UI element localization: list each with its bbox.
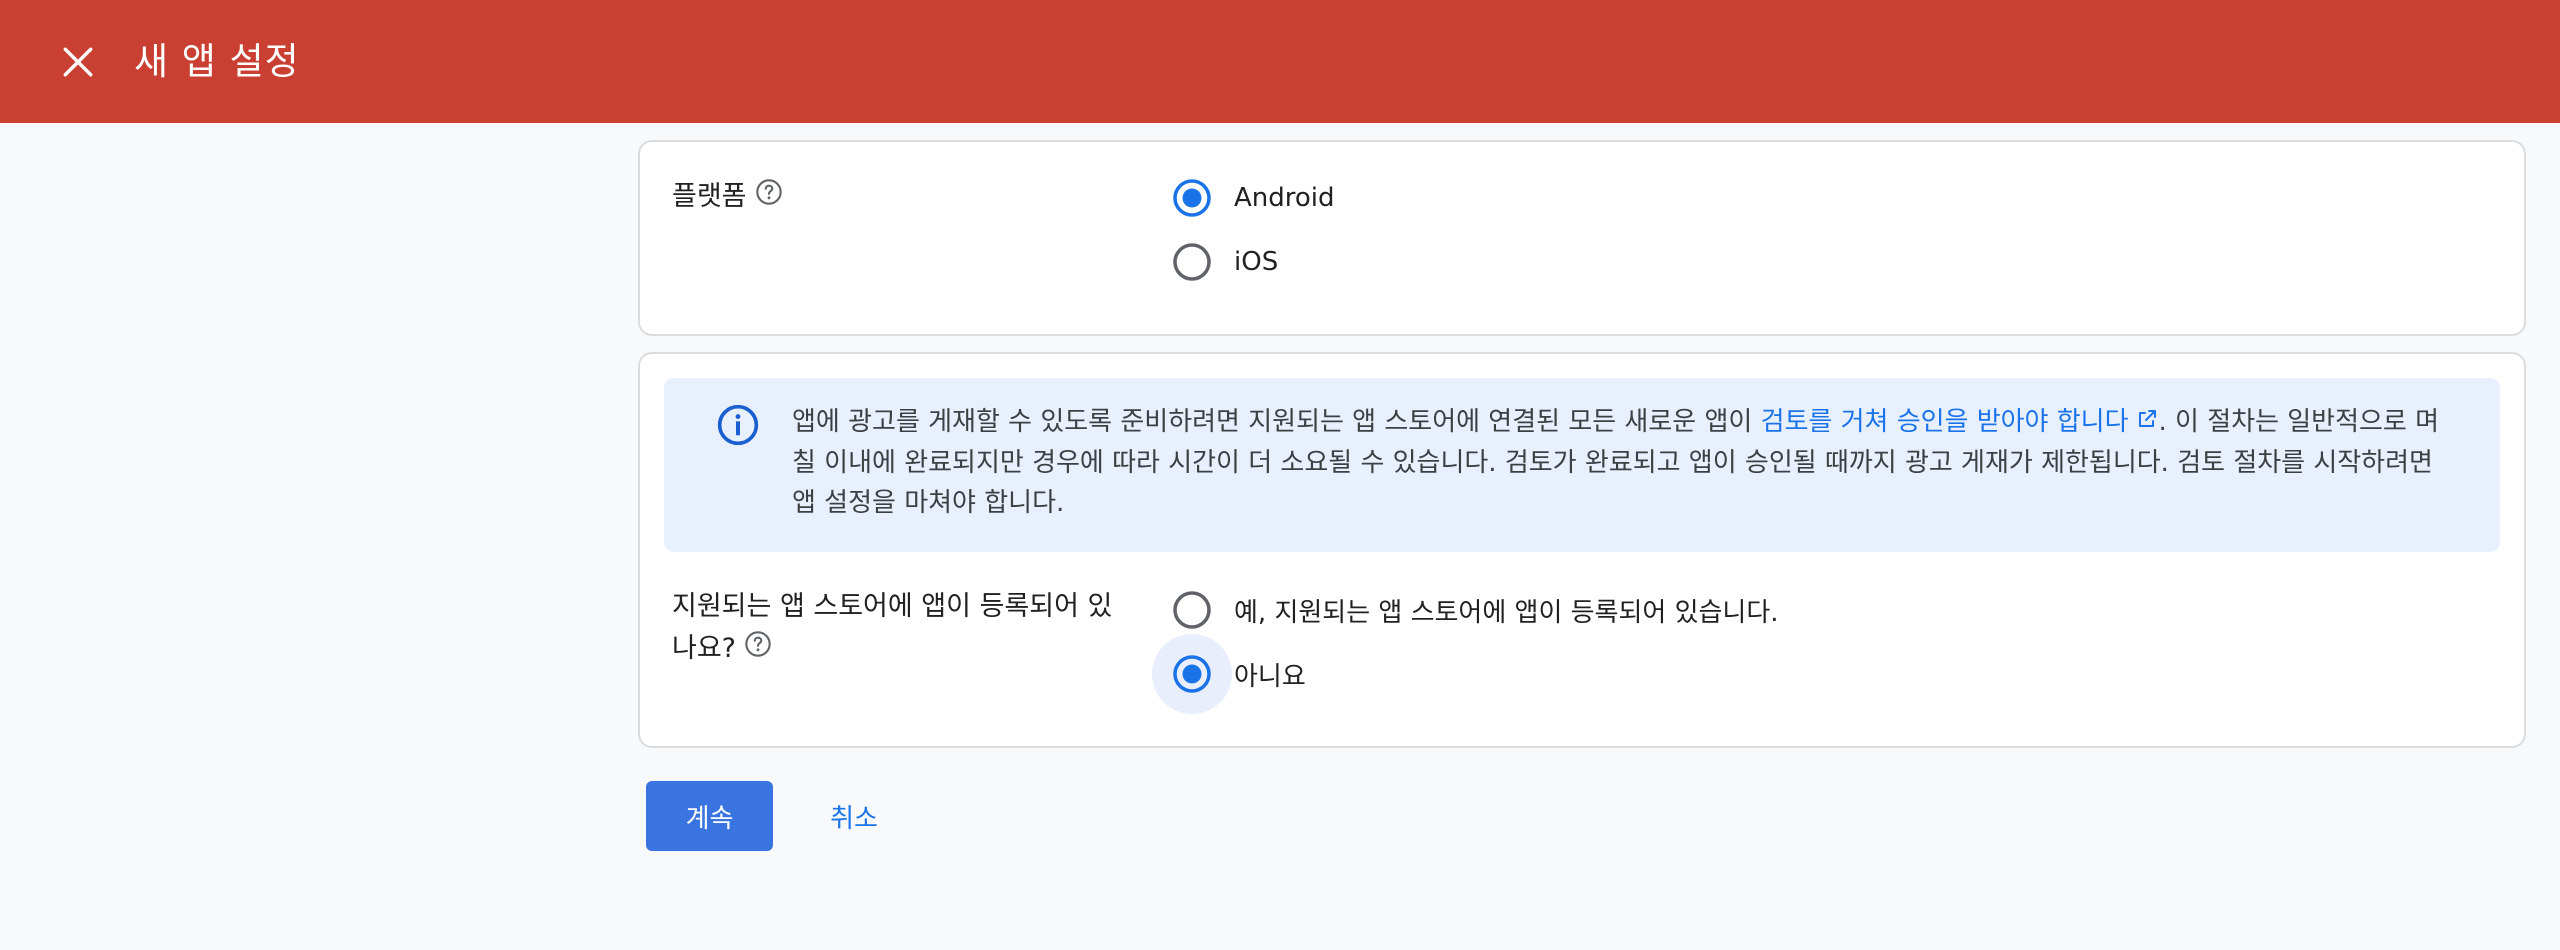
review-approval-link-text: 검토를 거쳐 승인을 받아야 합니다 [1760, 407, 2129, 437]
radio-selected-icon [1173, 655, 1211, 693]
notice-text: 앱에 광고를 게재할 수 있도록 준비하려면 지원되는 앱 스토어에 연결된 모… [792, 402, 2462, 523]
radio-option-android[interactable]: Android [1172, 178, 1335, 218]
radio-option-no[interactable]: 아니요 [1172, 654, 1306, 694]
help-circle-icon[interactable] [755, 177, 783, 219]
radio-option-ios[interactable]: iOS [1172, 242, 1278, 282]
store-listing-card: 앱에 광고를 게재할 수 있도록 준비하려면 지원되는 앱 스토어에 연결된 모… [638, 352, 2526, 748]
review-approval-link[interactable]: 검토를 거쳐 승인을 받아야 합니다 [1761, 407, 2159, 437]
platform-label: 플랫폼 [672, 181, 747, 212]
notice-text-before: 앱에 광고를 게재할 수 있도록 준비하려면 지원되는 앱 스토어에 연결된 모… [792, 407, 1761, 437]
cancel-button[interactable]: 취소 [806, 781, 902, 851]
platform-card: 플랫폼 Android iOS [638, 140, 2526, 336]
radio-option-yes-listed[interactable]: 예, 지원되는 앱 스토어에 앱이 등록되어 있습니다. [1172, 590, 1779, 630]
page-title: 새 앱 설정 [134, 40, 300, 83]
close-button[interactable] [50, 34, 106, 90]
info-icon [717, 404, 759, 446]
radio-label: iOS [1234, 247, 1279, 277]
help-circle-icon[interactable] [744, 629, 772, 671]
radio-selected-icon [1173, 179, 1211, 217]
radio-label: 아니요 [1234, 661, 1306, 692]
store-listed-field-label: 지원되는 앱 스토어에 앱이 등록되어 있 나요? [672, 586, 1132, 671]
radio-unselected-icon [1173, 591, 1211, 629]
store-listed-label-line2: 나요? [672, 633, 737, 664]
store-listed-label-line1: 지원되는 앱 스토어에 앱이 등록되어 있 [672, 591, 1113, 622]
top-app-bar: 새 앱 설정 [0, 0, 2560, 123]
close-icon [63, 47, 93, 77]
review-notice-banner: 앱에 광고를 게재할 수 있도록 준비하려면 지원되는 앱 스토어에 연결된 모… [664, 378, 2500, 552]
radio-label: Android [1234, 183, 1335, 213]
radio-label: 예, 지원되는 앱 스토어에 앱이 등록되어 있습니다. [1234, 597, 1779, 628]
radio-unselected-icon [1173, 243, 1211, 281]
platform-field-label: 플랫폼 [672, 176, 783, 219]
continue-button[interactable]: 계속 [646, 781, 773, 851]
external-link-icon [2135, 403, 2159, 443]
